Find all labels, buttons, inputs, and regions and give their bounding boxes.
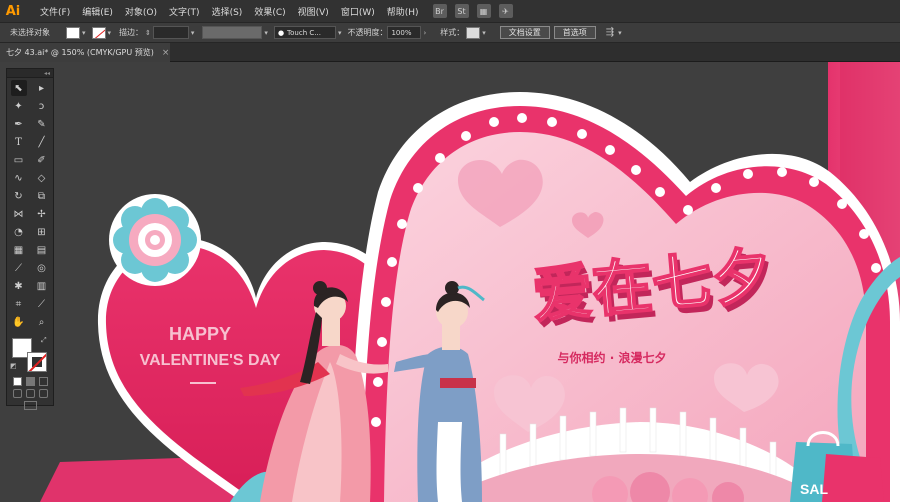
draw-behind-icon[interactable] xyxy=(26,389,35,398)
illustrator-logo-icon[interactable]: Ai xyxy=(2,0,24,22)
style-label: 样式： xyxy=(440,28,465,37)
magic-wand-tool-icon[interactable]: ✦ xyxy=(11,98,27,114)
rectangle-tool-icon[interactable]: ▭ xyxy=(11,152,27,168)
screen-mode-icon[interactable] xyxy=(23,401,37,410)
color-mode-icon[interactable] xyxy=(13,377,22,386)
stock-icon[interactable]: St xyxy=(454,4,469,18)
fill-color-swatch[interactable] xyxy=(66,26,80,39)
selection-tool-icon[interactable]: ⬉ xyxy=(10,80,27,96)
default-fill-stroke-icon[interactable]: ◩ xyxy=(10,362,17,370)
arrange-documents-icon[interactable]: ▦ xyxy=(476,4,491,18)
blend-tool-icon[interactable]: ◎ xyxy=(34,260,50,276)
menu-view[interactable]: 视图(V) xyxy=(292,5,335,18)
draw-inside-icon[interactable] xyxy=(39,389,48,398)
mesh-tool-icon[interactable]: ▦ xyxy=(11,242,27,258)
chevron-down-icon[interactable]: ▾ xyxy=(82,29,86,37)
bag-sale-text: SAL xyxy=(800,481,828,497)
canvas-workspace[interactable]: HAPPY VALENTINE'S DAY 爱在七夕 爱在七夕 与你相约 · 浪… xyxy=(0,62,900,502)
chevron-down-icon[interactable]: ▾ xyxy=(618,29,622,37)
document-tab-bar: 七夕 43.ai* @ 150% (CMYK/GPU 预览) × xyxy=(0,43,900,62)
chevron-down-icon[interactable]: ▾ xyxy=(482,29,486,37)
type-tool-icon[interactable]: T xyxy=(11,134,27,150)
swap-fill-stroke-icon[interactable]: ⤢ xyxy=(41,336,47,345)
screen-mode-row xyxy=(7,401,53,410)
gpu-performance-icon[interactable]: ✈ xyxy=(498,4,513,18)
preferences-button[interactable]: 首选项 xyxy=(553,26,596,39)
menu-file[interactable]: 文件(F) xyxy=(34,5,76,18)
opacity-label: 不透明度： xyxy=(347,28,388,37)
document-setup-button[interactable]: 文档设置 xyxy=(499,26,550,39)
stroke-label: 描边： xyxy=(119,28,144,37)
shape-builder-tool-icon[interactable]: ◔ xyxy=(11,224,27,240)
document-tab-title: 七夕 43.ai* @ 150% (CMYK/GPU 预览) xyxy=(6,48,154,57)
menu-type[interactable]: 文字(T) xyxy=(163,5,206,18)
artboard[interactable]: HAPPY VALENTINE'S DAY 爱在七夕 爱在七夕 与你相约 · 浪… xyxy=(0,62,900,502)
chevron-down-icon[interactable]: ▾ xyxy=(338,29,342,37)
scale-tool-icon[interactable]: ⧉ xyxy=(34,188,50,204)
slice-tool-icon[interactable]: ⟋ xyxy=(34,296,50,312)
color-mode-row xyxy=(13,377,53,386)
artboard-tool-icon[interactable]: ⌗ xyxy=(11,296,27,312)
column-graph-tool-icon[interactable]: ▥ xyxy=(34,278,50,294)
menu-object[interactable]: 对象(O) xyxy=(119,5,163,18)
opacity-arrow-icon[interactable]: › xyxy=(423,29,426,37)
eyedropper-tool-icon[interactable]: ⟋ xyxy=(11,260,27,276)
divider-line xyxy=(190,382,216,384)
chevron-down-icon[interactable]: ▾ xyxy=(108,29,112,37)
width-tool-icon[interactable]: ⋈ xyxy=(11,206,27,222)
shaper-tool-icon[interactable]: ∿ xyxy=(11,170,27,186)
rotate-tool-icon[interactable]: ↻ xyxy=(11,188,27,204)
flower-decoration xyxy=(109,194,201,286)
zoom-tool-icon[interactable]: ⌕ xyxy=(34,314,50,330)
control-bar: 未选择对象 ▾ ▾ 描边： ⇕ ▾ ▾ ● Touch C... ▾ 不透明度： … xyxy=(0,22,900,43)
gradient-mode-icon[interactable] xyxy=(26,377,35,386)
menu-bar: Ai 文件(F) 编辑(E) 对象(O) 文字(T) 选择(S) 效果(C) 视… xyxy=(0,0,900,22)
none-mode-icon[interactable] xyxy=(39,377,48,386)
paintbrush-tool-icon[interactable]: ✐ xyxy=(34,152,50,168)
panel-grip[interactable]: ◂◂ xyxy=(7,69,53,78)
selection-status: 未选择对象 xyxy=(10,28,50,37)
stroke-color-swatch[interactable] xyxy=(91,26,106,39)
arrange-icon[interactable]: ⇶ xyxy=(606,27,614,38)
direct-selection-tool-icon[interactable]: ▸ xyxy=(34,80,50,96)
fill-stroke-widget: ⤢ ◩ xyxy=(7,336,53,374)
tools-panel: ◂◂ ⬉ ▸ ✦ ↄ ✒ ✎ T ╱ ▭ ✐ ∿ ◇ ↻ ⧉ ⋈ ✢ ◔ ⊞ ▦… xyxy=(6,68,54,410)
menu-window[interactable]: 窗口(W) xyxy=(335,5,381,18)
chevron-down-icon[interactable]: ▾ xyxy=(264,29,268,37)
puppet-warp-tool-icon[interactable]: ✢ xyxy=(34,206,50,222)
menu-help[interactable]: 帮助(H) xyxy=(381,5,425,18)
pen-tool-icon[interactable]: ✒ xyxy=(11,116,27,132)
valentines-day-text: VALENTINE'S DAY xyxy=(140,352,281,369)
eraser-tool-icon[interactable]: ◇ xyxy=(34,170,50,186)
stroke-swatch[interactable] xyxy=(27,352,47,372)
symbol-sprayer-tool-icon[interactable]: ✱ xyxy=(11,278,27,294)
lasso-tool-icon[interactable]: ↄ xyxy=(34,98,50,114)
document-tab[interactable]: 七夕 43.ai* @ 150% (CMYK/GPU 预览) × xyxy=(0,43,170,62)
stroke-stepper[interactable]: ⇕ xyxy=(145,29,151,37)
stroke-weight-field[interactable] xyxy=(152,26,189,39)
draw-mode-row xyxy=(13,389,53,398)
gradient-tool-icon[interactable]: ▤ xyxy=(34,242,50,258)
curvature-tool-icon[interactable]: ✎ xyxy=(34,116,50,132)
happy-text: HAPPY xyxy=(169,324,231,344)
opacity-field[interactable]: 100% xyxy=(387,26,422,39)
bridge-icon[interactable]: Br xyxy=(432,4,447,18)
perspective-grid-tool-icon[interactable]: ⊞ xyxy=(34,224,50,240)
variable-width-profile[interactable] xyxy=(202,26,263,39)
brush-definition[interactable]: ● Touch C... xyxy=(273,26,336,39)
graphic-style-swatch[interactable] xyxy=(466,26,481,39)
subtitle-text: 与你相约 · 浪漫七夕 xyxy=(558,350,667,365)
menu-edit[interactable]: 编辑(E) xyxy=(76,5,119,18)
brush-dot-icon: ● xyxy=(277,28,285,37)
draw-normal-icon[interactable] xyxy=(13,389,22,398)
line-tool-icon[interactable]: ╱ xyxy=(34,134,50,150)
close-icon[interactable]: × xyxy=(162,48,170,58)
menu-select[interactable]: 选择(S) xyxy=(206,5,249,18)
chevron-down-icon[interactable]: ▾ xyxy=(191,29,195,37)
hand-tool-icon[interactable]: ✋ xyxy=(11,314,27,330)
menu-effect[interactable]: 效果(C) xyxy=(248,5,291,18)
